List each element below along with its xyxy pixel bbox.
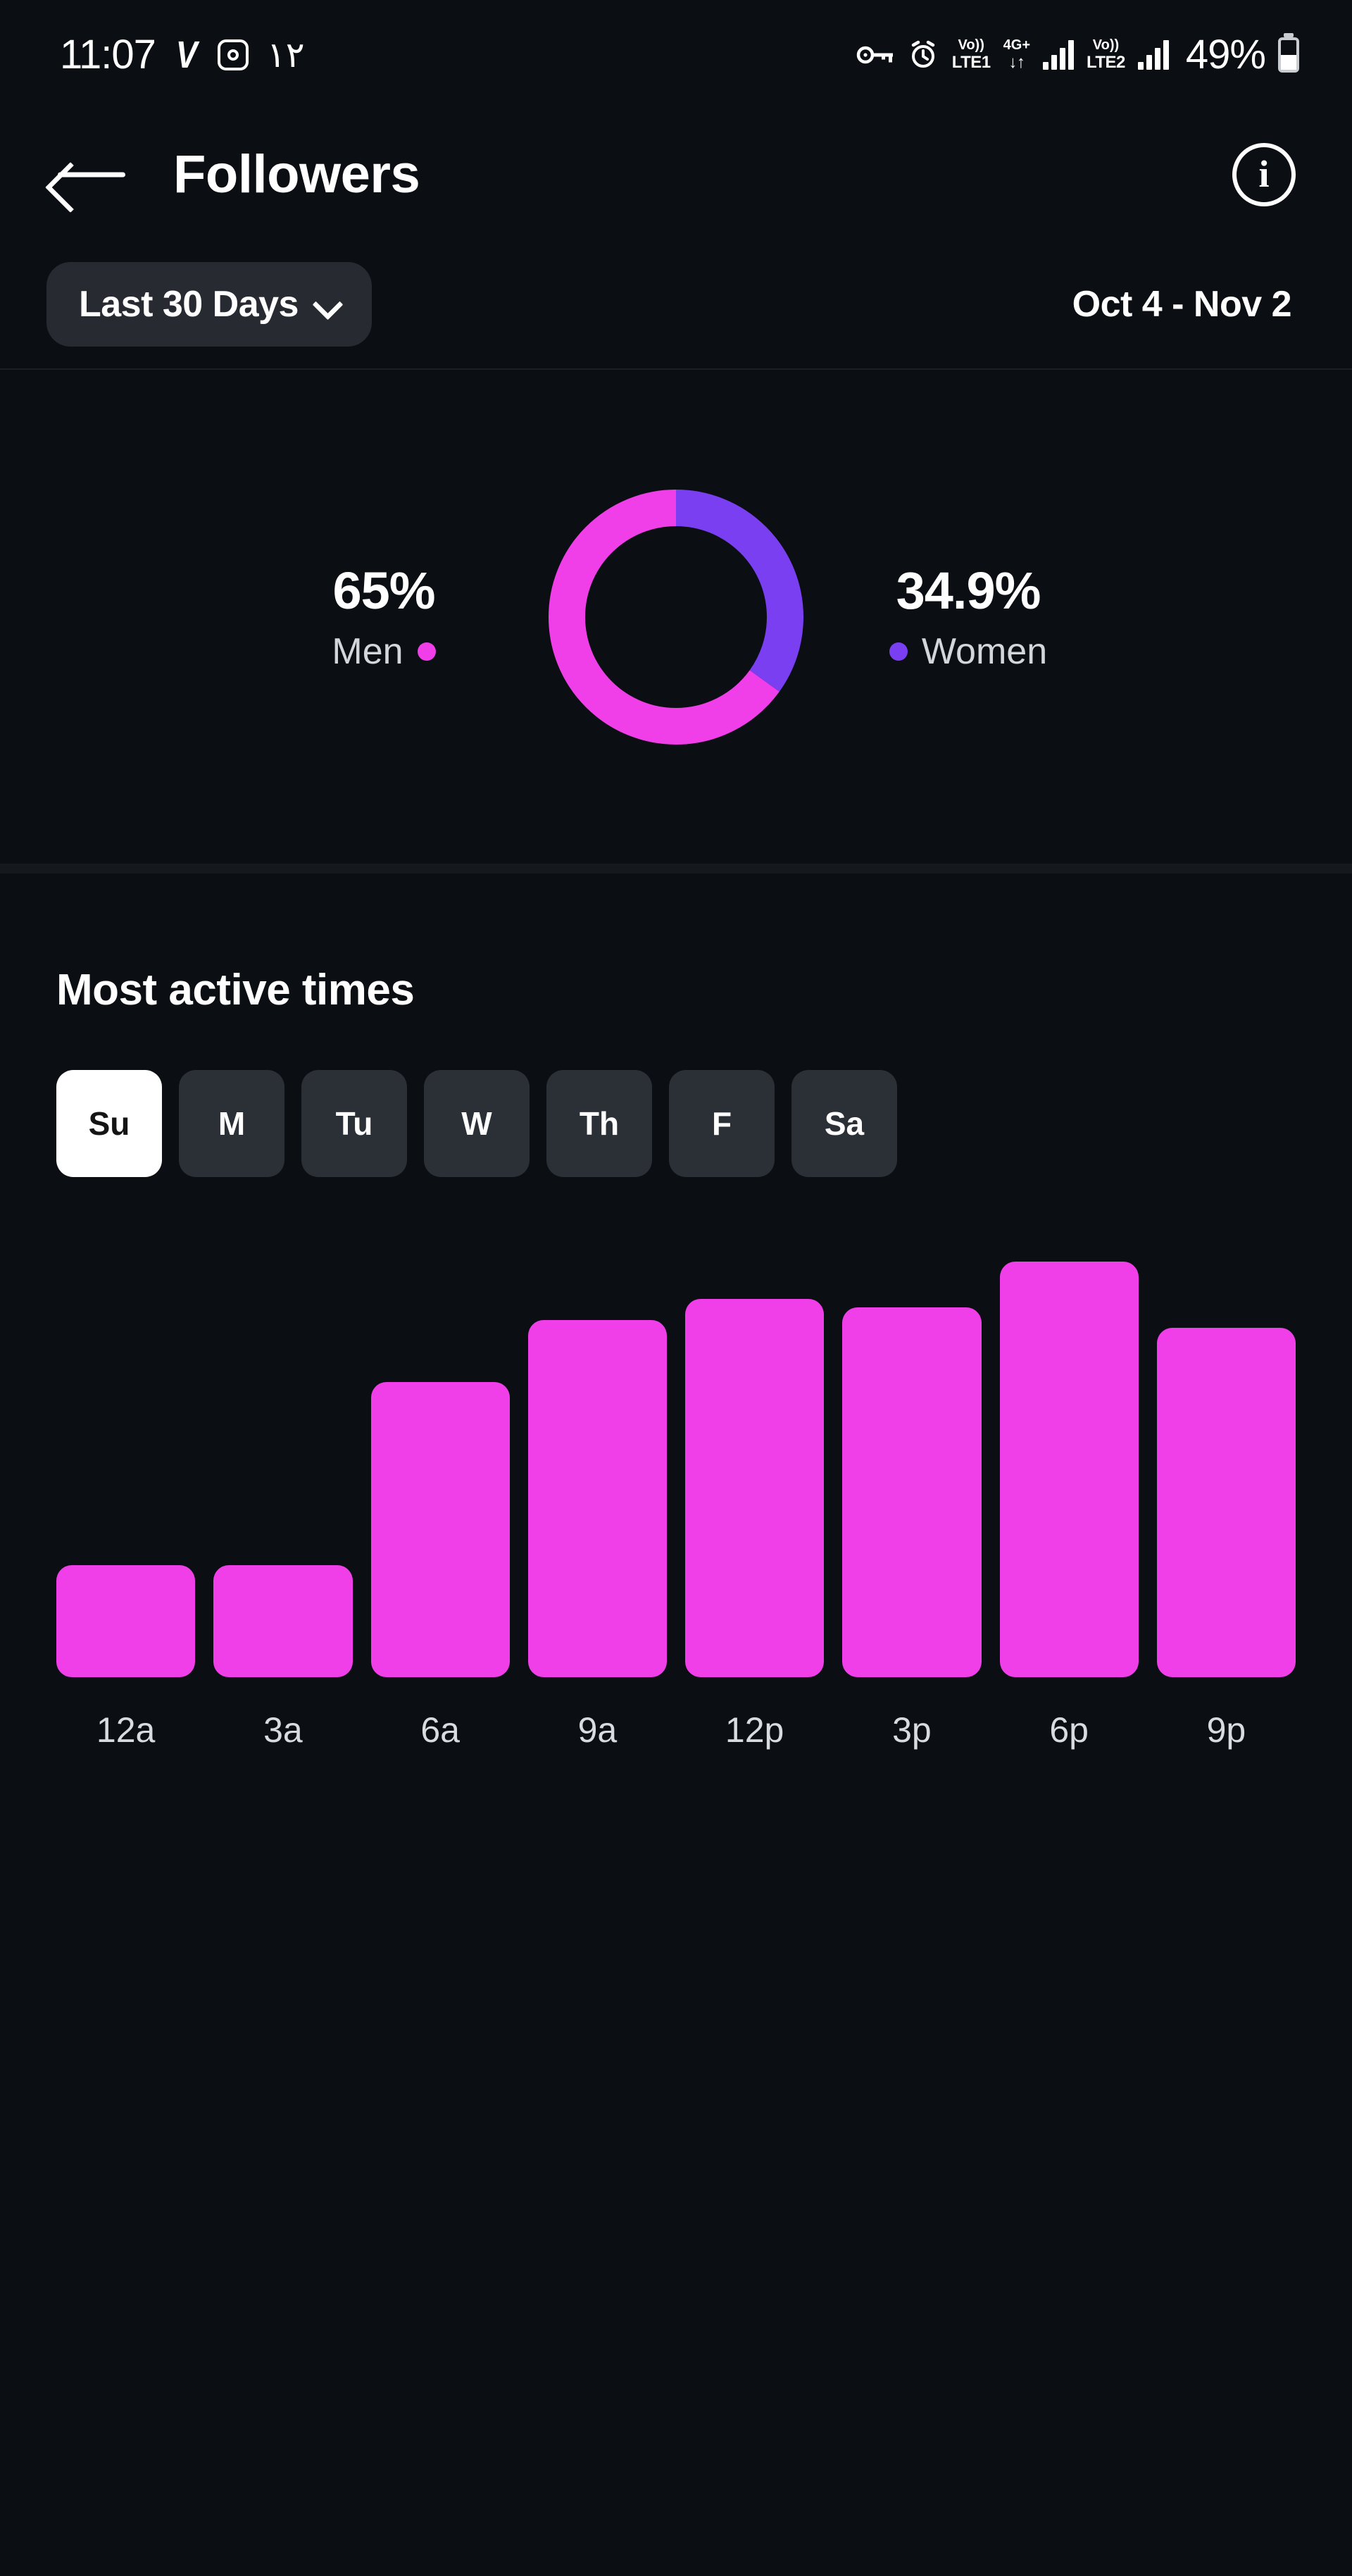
bar-column-3a[interactable] [213, 1262, 352, 1677]
legend-men: 65% Men [232, 561, 535, 673]
most-active-times-title: Most active times [56, 873, 1296, 1015]
bar [1157, 1328, 1296, 1677]
day-pill-m[interactable]: M [179, 1070, 284, 1177]
men-label: Men [332, 630, 403, 673]
day-pill-sa[interactable]: Sa [791, 1070, 897, 1177]
bar [842, 1307, 981, 1677]
legend-women: 34.9% Women [817, 561, 1120, 673]
info-icon-glyph: i [1258, 157, 1269, 192]
x-axis-label: 9p [1157, 1710, 1296, 1750]
day-pill-f[interactable]: F [669, 1070, 775, 1177]
men-color-dot-icon [418, 642, 436, 661]
alarm-clock-icon [907, 39, 939, 71]
status-bar-left: 11:07 V ١٢ [60, 31, 305, 78]
page-title: Followers [173, 144, 420, 205]
women-percent: 34.9% [896, 561, 1041, 621]
vpn-key-icon [856, 42, 894, 68]
v-check-icon: V [176, 33, 198, 77]
chevron-down-icon [315, 292, 339, 316]
bar-column-9a[interactable] [528, 1262, 667, 1677]
signal-bars-sim2-icon [1138, 40, 1169, 70]
sim1-volte-icon: Vo)) LTE1 [952, 38, 991, 71]
app-header: Followers i [0, 109, 1352, 239]
status-bar-right: Vo)) LTE1 4G+ ↓↑ Vo)) LTE2 49% [856, 31, 1299, 78]
bar-column-12a[interactable] [56, 1262, 195, 1677]
bar-column-6p[interactable] [1000, 1262, 1139, 1677]
x-axis-label: 3p [842, 1710, 981, 1750]
day-pill-label: Th [580, 1105, 619, 1143]
bar-column-12p[interactable] [685, 1262, 824, 1677]
bar-column-3p[interactable] [842, 1262, 981, 1677]
bar [685, 1299, 824, 1677]
men-label-row: Men [332, 630, 435, 673]
battery-percent: 49% [1186, 31, 1265, 78]
arabic-badge: ١٢ [267, 35, 305, 75]
network-type-4g-icon: 4G+ ↓↑ [1003, 38, 1030, 71]
sim2-volte-icon: Vo)) LTE2 [1087, 38, 1125, 71]
x-axis-label: 6p [1000, 1710, 1139, 1750]
activity-bar-chart [56, 1262, 1296, 1677]
bar-column-9p[interactable] [1157, 1262, 1296, 1677]
info-icon[interactable]: i [1232, 143, 1296, 206]
bar-column-6a[interactable] [371, 1262, 510, 1677]
day-pill-w[interactable]: W [424, 1070, 530, 1177]
x-axis-label: 3a [213, 1710, 352, 1750]
day-selector: Su M Tu W Th F Sa [56, 1070, 1296, 1177]
day-pill-su[interactable]: Su [56, 1070, 162, 1177]
date-range-text: Oct 4 - Nov 2 [1072, 283, 1291, 325]
gender-donut-chart [535, 476, 817, 758]
day-pill-label: Sa [825, 1105, 864, 1143]
bar [1000, 1262, 1139, 1677]
day-pill-label: Tu [336, 1105, 373, 1143]
signal-bars-sim1-icon [1043, 40, 1074, 70]
day-pill-th[interactable]: Th [546, 1070, 652, 1177]
activity-chart-x-axis: 12a 3a 6a 9a 12p 3p 6p 9p [56, 1710, 1296, 1750]
date-range-dropdown[interactable]: Last 30 Days [46, 262, 372, 347]
filter-row: Last 30 Days Oct 4 - Nov 2 [0, 239, 1352, 370]
day-pill-tu[interactable]: Tu [301, 1070, 407, 1177]
donut-svg [535, 476, 817, 758]
bar [213, 1565, 352, 1677]
x-axis-label: 9a [528, 1710, 667, 1750]
battery-icon [1278, 37, 1299, 73]
status-bar: 11:07 V ١٢ Vo)) LTE1 4G+ [0, 0, 1352, 109]
bar [528, 1320, 667, 1677]
men-percent: 65% [332, 561, 434, 621]
day-pill-label: W [461, 1105, 492, 1143]
women-label-row: Women [889, 630, 1047, 673]
x-axis-label: 12a [56, 1710, 195, 1750]
x-axis-label: 12p [685, 1710, 824, 1750]
day-pill-label: M [218, 1105, 245, 1143]
status-time: 11:07 [60, 31, 156, 78]
x-axis-label: 6a [371, 1710, 510, 1750]
date-range-dropdown-label: Last 30 Days [79, 283, 299, 325]
most-active-times-section: Most active times SuMTuWThFSa 12a3a6a9a1… [0, 873, 1352, 1750]
women-label: Women [922, 630, 1047, 673]
bar [56, 1565, 195, 1677]
day-pill-label: F [712, 1105, 732, 1143]
day-pill-label: Su [89, 1105, 130, 1143]
women-color-dot-icon [889, 642, 908, 661]
instagram-icon [218, 39, 249, 70]
bar [371, 1382, 510, 1677]
gender-breakdown-section: 65% Men 34.9% Women [0, 370, 1352, 873]
back-arrow-icon[interactable] [55, 143, 131, 206]
